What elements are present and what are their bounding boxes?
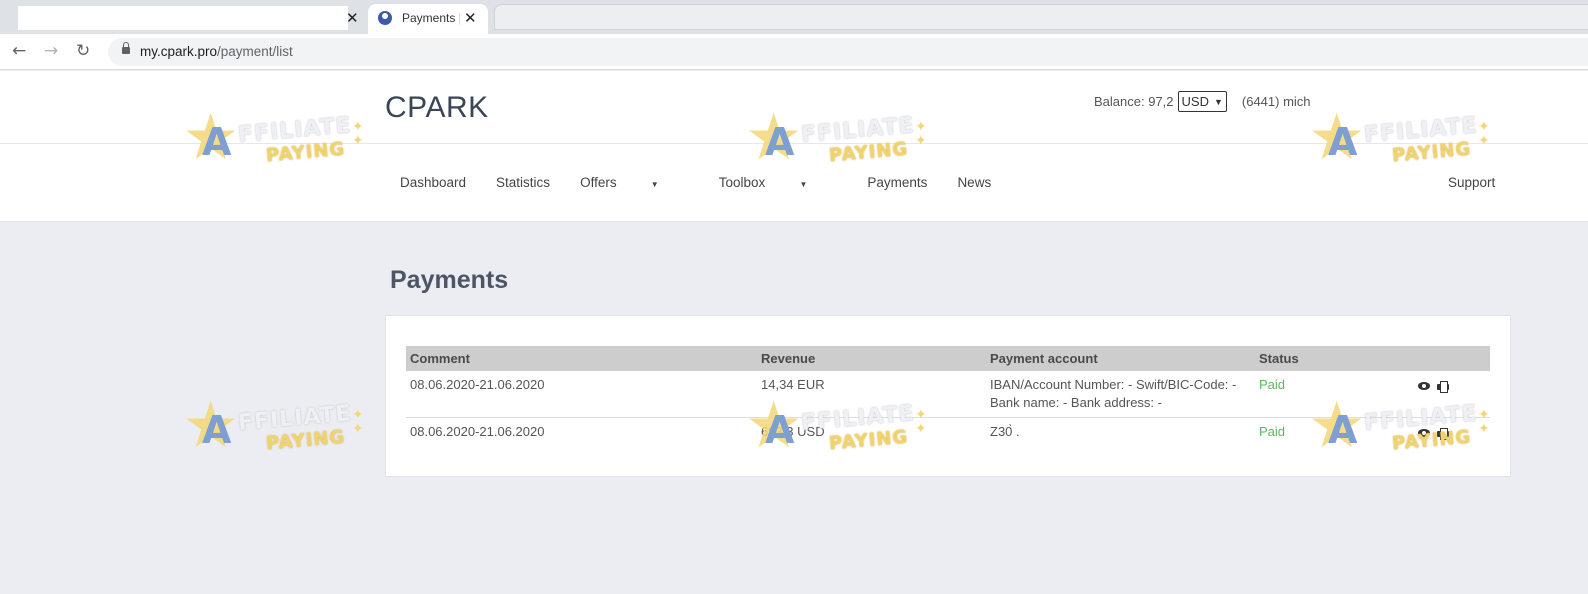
site-header: CPARK Balance: 97,2 USD ▼ (6441) mich Das… xyxy=(0,71,1588,222)
tab-close-icon[interactable]: ✕ xyxy=(464,8,477,28)
table-row: 08.06.2020-21.06.2020 14,34 EUR IBAN/Acc… xyxy=(406,371,1490,418)
user-name[interactable]: (6441) mich xyxy=(1242,94,1311,109)
browser-tab-blank[interactable]: ✕ xyxy=(14,4,360,34)
status-badge: Paid xyxy=(1255,371,1405,418)
cell-payment-account: IBAN/Account Number: - Swift/BIC-Code: -… xyxy=(986,371,1255,418)
balance-label: Balance: 97,2 xyxy=(1094,94,1174,109)
payments-table: Comment Revenue Payment account Status 0… xyxy=(406,346,1490,458)
address-bar[interactable]: my.cpark.pro/payment/list xyxy=(108,38,1588,66)
payments-card: Comment Revenue Payment account Status 0… xyxy=(385,315,1511,477)
status-badge: Paid xyxy=(1259,424,1286,439)
user-favicon-icon xyxy=(378,11,392,25)
col-payment-account: Payment account xyxy=(986,346,1255,371)
table-row: 08.06.2020-21.06.2020 693,3 USD Z30̀ . P… xyxy=(406,418,1490,458)
printer-icon[interactable] xyxy=(1437,427,1450,440)
cell-comment: 08.06.2020-21.06.2020 xyxy=(410,424,545,439)
browser-tab-payments[interactable]: Payments | ✕ xyxy=(368,4,488,34)
reload-icon[interactable]: ↻ xyxy=(76,41,90,61)
col-revenue: Revenue xyxy=(757,346,986,371)
chevron-down-icon: ▼ xyxy=(1213,96,1223,107)
tab-close-icon[interactable]: ✕ xyxy=(346,8,359,28)
tab-title: Payments | xyxy=(402,11,460,25)
page-title: Payments xyxy=(390,266,509,294)
tab-strip-empty xyxy=(494,4,1588,30)
col-comment: Comment xyxy=(406,346,757,371)
nav-item-statistics[interactable]: Statistics xyxy=(496,175,550,190)
watermark-logo: ★ A FFILIATE PAYING ✦ ✦ xyxy=(182,389,364,463)
nav-item-dashboard[interactable]: Dashboard xyxy=(400,175,466,190)
tab-title-redacted xyxy=(18,6,348,30)
cell-comment: 08.06.2020-21.06.2020 xyxy=(406,371,757,418)
col-status: Status xyxy=(1255,346,1405,371)
balance-widget: Balance: 97,2 USD ▼ (6441) mich xyxy=(1094,91,1311,112)
site-logo[interactable]: CPARK xyxy=(385,91,489,125)
back-arrow-icon[interactable]: ← xyxy=(12,41,26,61)
nav-item-toolbox[interactable]: Toolbox ▼ xyxy=(719,175,838,190)
caret-down-icon: ▼ xyxy=(797,180,808,189)
browser-tab-bar: ✕ Payments | ✕ xyxy=(0,0,1588,34)
nav-item-news[interactable]: News xyxy=(957,175,991,190)
main-nav: Dashboard Statistics Offers ▼ Toolbox ▼ … xyxy=(400,175,1021,190)
cell-revenue: 14,34 EUR xyxy=(757,371,986,418)
printer-icon[interactable] xyxy=(1437,380,1450,393)
row-actions xyxy=(1405,371,1490,418)
url-text[interactable]: my.cpark.pro/payment/list xyxy=(140,44,293,59)
lock-icon[interactable] xyxy=(122,42,130,54)
nav-item-support[interactable]: Support xyxy=(1448,175,1495,190)
row-actions xyxy=(1405,418,1490,458)
cell-revenue: 693,3 USD xyxy=(761,424,825,439)
nav-item-payments[interactable]: Payments xyxy=(867,175,927,190)
table-header-row: Comment Revenue Payment account Status xyxy=(406,346,1490,371)
col-actions xyxy=(1405,346,1490,371)
nav-item-offers[interactable]: Offers ▼ xyxy=(580,175,689,190)
caret-down-icon: ▼ xyxy=(648,180,659,189)
cell-payment-account: Z30̀ . xyxy=(990,424,1020,439)
eye-icon[interactable] xyxy=(1418,381,1431,391)
currency-select[interactable]: USD ▼ xyxy=(1177,91,1227,112)
eye-icon[interactable] xyxy=(1418,428,1431,438)
forward-arrow-icon[interactable]: → xyxy=(44,41,58,61)
browser-toolbar: ← → ↻ my.cpark.pro/payment/list xyxy=(0,34,1588,70)
header-divider xyxy=(0,143,1588,144)
